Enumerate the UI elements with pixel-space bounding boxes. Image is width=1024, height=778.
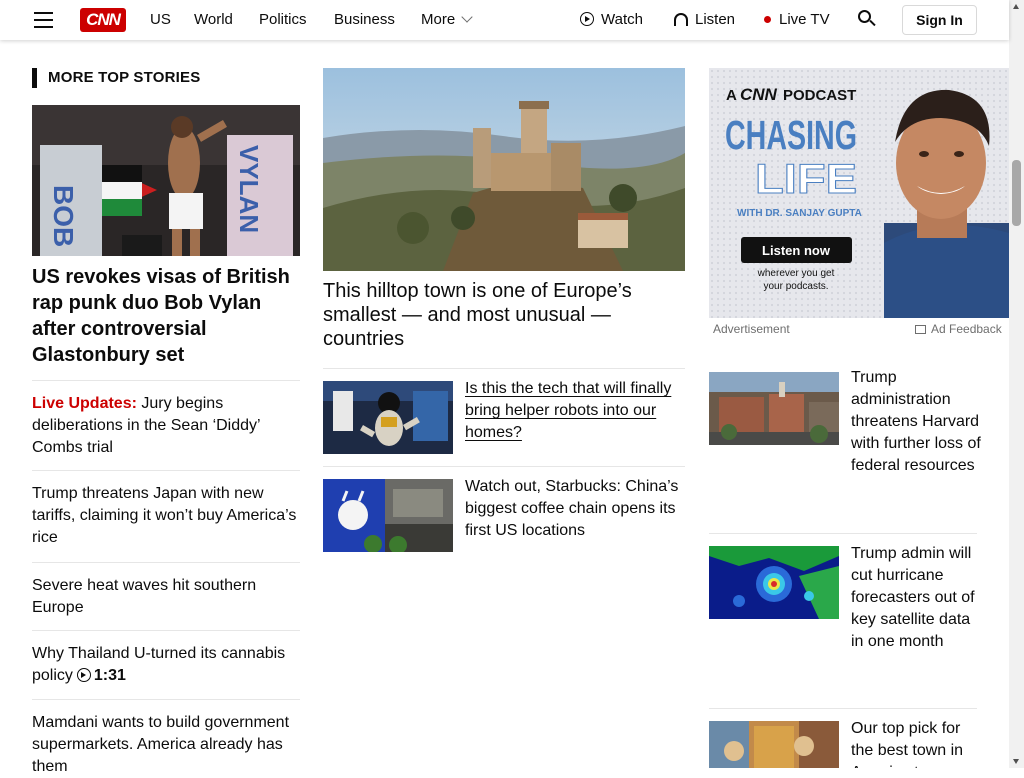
ad-sub-1: wherever you get	[757, 268, 835, 279]
video-duration: 1:31	[93, 667, 126, 684]
video-play-icon	[76, 668, 91, 682]
search-icon[interactable]	[858, 10, 876, 27]
live-dot-icon	[764, 16, 771, 23]
scroll-down-arrow-icon[interactable]	[1013, 759, 1019, 764]
bob-vylan-image[interactable]: BOB VYLAN	[32, 105, 300, 256]
hurricane-satellite-image[interactable]	[709, 546, 839, 619]
story-japan-tariffs[interactable]: Trump threatens Japan with new tariffs, …	[32, 470, 300, 549]
nav-more-label: More	[421, 11, 456, 28]
story-harvard[interactable]: Trump administration threatens Harvard w…	[709, 360, 981, 533]
story-diddy-trial[interactable]: Live Updates: Jury begins deliberations …	[32, 380, 300, 459]
story-thailand-cannabis[interactable]: Why Thailand U-turned its cannabis polic…	[32, 630, 300, 687]
scrollbar[interactable]	[1009, 0, 1024, 768]
sign-in-button[interactable]: Sign In	[902, 5, 977, 35]
story-helper-robots[interactable]: Is this the tech that will finally bring…	[323, 368, 685, 466]
nav-watch[interactable]: Watch	[580, 0, 643, 40]
story-hurricane-forecasters[interactable]: Trump admin will cut hurricane forecaste…	[709, 533, 977, 708]
story-mamdani-supermarkets[interactable]: Mamdani wants to build government superm…	[32, 699, 300, 778]
feedback-icon	[915, 325, 926, 334]
story-text: Mamdani wants to build government superm…	[32, 714, 290, 775]
nav-live-tv-label: Live TV	[779, 11, 830, 28]
san-marino-image[interactable]	[323, 68, 685, 271]
ad-kicker-podcast: PODCAST	[783, 87, 856, 104]
ad-cta: Listen now	[762, 243, 831, 258]
story-text: Why Thailand U-turned its cannabis polic…	[32, 645, 286, 684]
story-heat-waves[interactable]: Severe heat waves hit southern Europe	[32, 562, 300, 619]
bob-text: BOB	[48, 185, 79, 247]
ad-feedback-label: Ad Feedback	[931, 322, 1002, 336]
story-text-underlined: Is this the tech that will finally bring…	[465, 380, 672, 441]
scroll-thumb[interactable]	[1012, 160, 1021, 226]
town-image[interactable]	[709, 721, 839, 768]
ad-title-chasing: CHASING	[725, 112, 857, 158]
nav-listen-label: Listen	[695, 11, 736, 28]
lead-headline-left[interactable]: US revokes visas of British rap punk duo…	[32, 264, 300, 368]
chevron-down-icon	[461, 11, 473, 23]
luckin-coffee-image[interactable]	[323, 479, 453, 552]
ad-title-life: LIFE	[755, 155, 857, 202]
menu-icon[interactable]	[34, 12, 53, 28]
ad-kicker-cnn: CNN	[740, 85, 778, 104]
story-text: Trump threatens Japan with new tariffs, …	[32, 485, 297, 546]
story-text: Trump admin will cut hurricane forecaste…	[851, 545, 975, 650]
story-best-town[interactable]: Our top pick for the best town in Americ…	[709, 708, 977, 768]
nav-watch-label: Watch	[601, 11, 643, 28]
nav-live-tv[interactable]: Live TV	[764, 0, 830, 40]
ad-sub-2: your podcasts.	[763, 281, 828, 292]
nav-us[interactable]: US	[150, 0, 171, 40]
story-china-coffee[interactable]: Watch out, Starbucks: China’s biggest co…	[323, 466, 685, 566]
cnn-logo[interactable]: CNN	[80, 8, 126, 32]
live-updates-label: Live Updates:	[32, 395, 137, 412]
vylan-text: VYLAN	[234, 145, 264, 233]
ad-feedback-link[interactable]: Ad Feedback	[915, 322, 1002, 336]
ad-with-text: WITH DR. SANJAY GUPTA	[737, 208, 862, 219]
nav-more[interactable]: More	[421, 0, 473, 40]
chasing-life-ad[interactable]: A CNN PODCAST CHASING LIFE WITH DR. SANJ…	[709, 68, 1009, 318]
site-header: CNN US World Politics Business More Watc…	[0, 0, 1009, 40]
story-text: Watch out, Starbucks: China’s biggest co…	[465, 478, 679, 539]
harvard-image[interactable]	[709, 372, 839, 445]
headphones-icon	[674, 13, 688, 26]
ad-kicker-a: A	[726, 87, 737, 104]
robot-image[interactable]	[323, 381, 453, 454]
story-text: Our top pick for the best town in Americ…	[851, 720, 964, 768]
advertisement-label: Advertisement	[713, 322, 790, 336]
play-icon	[580, 12, 594, 26]
lead-headline-middle[interactable]: This hilltop town is one of Europe’s sma…	[323, 279, 685, 351]
story-text: Severe heat waves hit southern Europe	[32, 577, 257, 616]
story-text: Trump administration threatens Harvard w…	[851, 369, 981, 474]
nav-listen[interactable]: Listen	[674, 0, 735, 40]
section-title: MORE TOP STORIES	[32, 68, 200, 88]
nav-business[interactable]: Business	[334, 0, 395, 40]
nav-world[interactable]: World	[194, 0, 233, 40]
story-text: Is this the tech that will finally bring…	[465, 378, 680, 444]
scroll-up-arrow-icon[interactable]	[1013, 4, 1019, 9]
nav-politics[interactable]: Politics	[259, 0, 307, 40]
